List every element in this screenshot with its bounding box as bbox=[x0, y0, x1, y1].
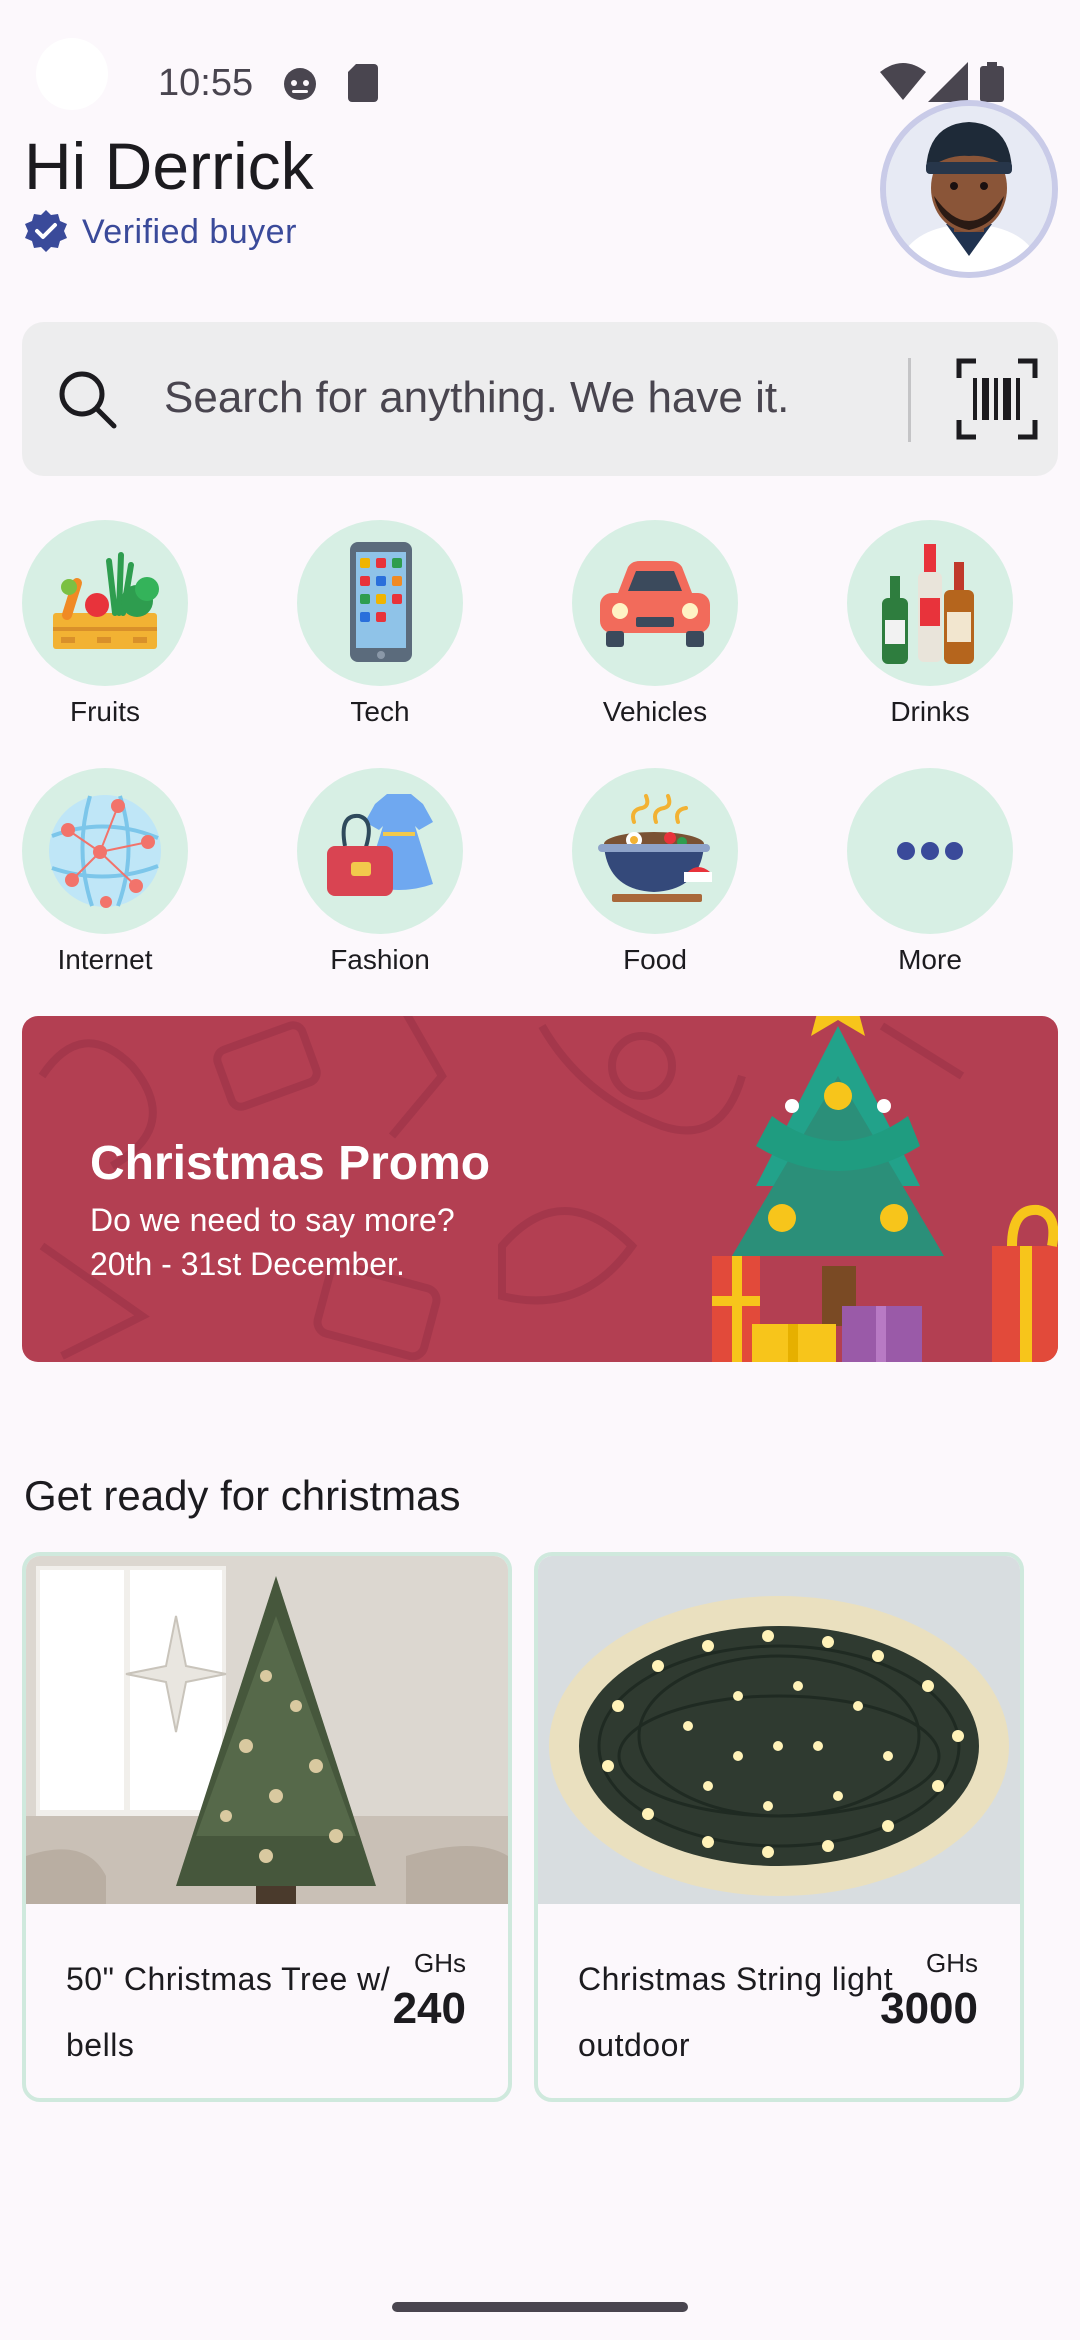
avatar-illustration bbox=[886, 106, 1052, 272]
product-card[interactable]: Christmas String light outdoor GHs 3000 bbox=[534, 1552, 1024, 2102]
sd-card-icon bbox=[348, 64, 378, 102]
category-label: Vehicles bbox=[602, 696, 708, 727]
food-bowl-icon bbox=[598, 794, 712, 902]
search-divider bbox=[908, 358, 911, 442]
cellular-signal-icon bbox=[928, 62, 968, 102]
category-drinks[interactable]: Drinks bbox=[845, 520, 1015, 728]
category-fashion[interactable]: Fashion bbox=[295, 768, 465, 976]
android-debug-icon bbox=[284, 68, 316, 100]
profile-avatar[interactable] bbox=[880, 100, 1058, 278]
product-price: 240 bbox=[392, 1984, 466, 2033]
category-drinks-circle bbox=[847, 520, 1013, 686]
category-fruits-circle bbox=[22, 520, 188, 686]
globe-network-icon bbox=[49, 795, 161, 908]
product-price: 3000 bbox=[880, 1984, 978, 2033]
verified-check-icon bbox=[25, 210, 67, 252]
category-more[interactable]: More bbox=[845, 768, 1015, 976]
fruits-crate-icon bbox=[53, 552, 159, 649]
string-lights-photo bbox=[538, 1556, 1020, 1904]
section-title: Get ready for christmas bbox=[24, 1472, 461, 1519]
verified-badge: Verified buyer bbox=[22, 208, 297, 256]
promo-subtitle: Do we need to say more? 20th - 31st Dece… bbox=[90, 1198, 455, 1286]
category-internet[interactable]: Internet bbox=[20, 768, 190, 976]
category-tech[interactable]: Tech bbox=[295, 520, 465, 728]
promo-subtitle-line2: 20th - 31st December. bbox=[90, 1246, 405, 1282]
product-image-string-lights bbox=[538, 1556, 1020, 1904]
category-label: Drinks bbox=[890, 696, 970, 727]
category-fruits[interactable]: Fruits bbox=[20, 520, 190, 728]
category-internet-circle bbox=[22, 768, 188, 934]
christmas-tree-photo bbox=[26, 1556, 508, 1904]
promo-subtitle-line1: Do we need to say more? bbox=[90, 1202, 455, 1238]
product-currency: GHs bbox=[414, 1948, 466, 1978]
promo-banner[interactable]: Christmas Promo Do we need to say more? … bbox=[22, 1016, 1058, 1362]
category-food[interactable]: Food bbox=[570, 768, 740, 976]
category-label: Internet bbox=[57, 944, 153, 975]
car-icon bbox=[600, 561, 710, 647]
dress-bag-icon bbox=[327, 794, 433, 896]
smartphone-icon bbox=[350, 542, 412, 662]
bottles-icon bbox=[882, 544, 974, 664]
category-food-circle bbox=[572, 768, 738, 934]
category-label: Tech bbox=[350, 696, 410, 727]
product-currency: GHs bbox=[926, 1948, 978, 1978]
verified-label: Verified buyer bbox=[82, 212, 297, 251]
promo-title: Christmas Promo bbox=[90, 1137, 491, 1190]
battery-icon bbox=[980, 62, 1004, 102]
category-vehicles[interactable]: Vehicles bbox=[570, 520, 740, 728]
product-image-christmas-tree bbox=[26, 1556, 508, 1904]
category-label: Fashion bbox=[330, 944, 430, 975]
category-tech-circle bbox=[297, 520, 463, 686]
search-input[interactable] bbox=[164, 370, 884, 426]
category-label: Food bbox=[623, 944, 687, 975]
product-name: Christmas String light outdoor bbox=[578, 1961, 894, 2063]
search-bar[interactable] bbox=[22, 322, 1058, 476]
wifi-icon bbox=[880, 63, 926, 100]
category-label: More bbox=[898, 944, 962, 975]
search-icon[interactable] bbox=[56, 368, 120, 432]
more-dots-icon bbox=[897, 842, 963, 860]
greeting-title: Hi Derrick bbox=[24, 129, 314, 203]
category-label: Fruits bbox=[70, 696, 140, 727]
category-fashion-circle bbox=[297, 768, 463, 934]
category-vehicles-circle bbox=[572, 520, 738, 686]
category-more-circle bbox=[847, 768, 1013, 934]
status-time: 10:55 bbox=[158, 62, 254, 104]
home-indicator[interactable] bbox=[392, 2302, 688, 2312]
product-name: 50" Christmas Tree w/ bells bbox=[66, 1961, 391, 2063]
camera-cutout bbox=[36, 38, 108, 110]
christmas-tree-gifts-icon bbox=[712, 1016, 1058, 1362]
product-card[interactable]: 50" Christmas Tree w/ bells GHs 240 bbox=[22, 1552, 512, 2102]
barcode-scan-icon[interactable] bbox=[956, 358, 1038, 440]
